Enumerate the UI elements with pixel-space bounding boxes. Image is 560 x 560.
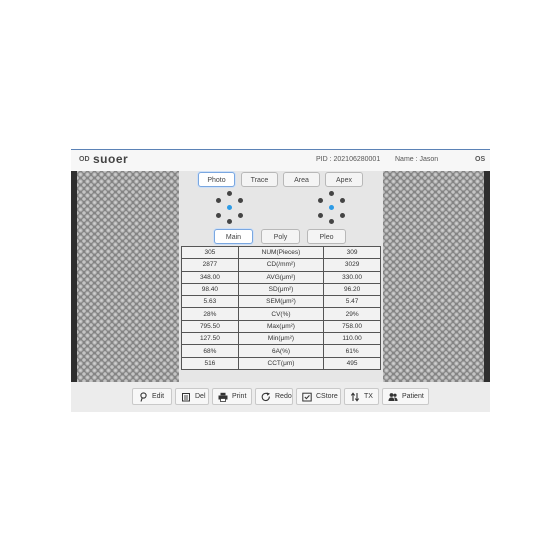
fixation-dot-bottom[interactable] (329, 219, 334, 224)
patient-label: Patient (402, 393, 424, 400)
metric-label: Min(μm²) (237, 332, 325, 346)
table-row: 98.40 SD(μm²) 96.20 (181, 282, 381, 297)
fixation-dot-bottom-left[interactable] (216, 213, 221, 218)
fixation-dot-top[interactable] (227, 191, 232, 196)
od-value: 305 (181, 245, 239, 260)
delete-button[interactable]: Del (175, 388, 209, 405)
tab-area[interactable]: Area (283, 172, 320, 187)
tab-photo[interactable]: Photo (198, 172, 235, 187)
os-value: 330.00 (323, 270, 381, 284)
transmit-button[interactable]: TX (344, 388, 379, 405)
od-endothelium-image[interactable] (71, 171, 179, 382)
edit-label: Edit (152, 393, 165, 400)
center-panel: Photo Trace Area Apex Main Poly Pleo 305… (179, 171, 383, 382)
metric-label: CCT(μm) (237, 356, 325, 370)
table-row: 5.63 SEM(μm²) 5.47 (181, 295, 381, 309)
title-bar: OD suoer PID : 202106280001 Name : Jason… (71, 149, 490, 171)
tab-pleo[interactable]: Pleo (307, 229, 346, 244)
fixation-dot-top-right[interactable] (340, 198, 345, 203)
printer-icon (218, 392, 228, 402)
fixation-dot-top-left[interactable] (216, 198, 221, 203)
metric-label: CD(/mm²) (237, 258, 325, 272)
os-value: 5.47 (323, 295, 381, 309)
metric-label: AVG(μm²) (237, 270, 325, 284)
endothelial-cells-pattern (77, 171, 179, 382)
bottom-toolbar: Edit Del Print Redo CStore TX Patient (71, 382, 490, 412)
edit-button[interactable]: Edit (132, 388, 172, 405)
table-row: 305 NUM(Pieces) 309 (181, 245, 381, 260)
fixation-dot-center[interactable] (329, 205, 334, 210)
patient-id: PID : 202106280001 (316, 156, 381, 163)
table-row: 28% CV(%) 29% (181, 307, 381, 321)
metric-label: Max(μm²) (237, 319, 325, 334)
fixation-dot-top[interactable] (329, 191, 334, 196)
table-row: 795.50 Max(μm²) 758.00 (181, 319, 381, 334)
metric-label: SD(μm²) (237, 282, 325, 297)
tab-trace[interactable]: Trace (241, 172, 278, 187)
tab-main[interactable]: Main (214, 229, 253, 244)
os-value: 495 (323, 356, 381, 370)
patient-button[interactable]: Patient (382, 388, 429, 405)
fixation-dot-center[interactable] (227, 205, 232, 210)
os-value: 309 (323, 245, 381, 260)
od-value: 516 (181, 356, 239, 370)
cell-analysis-table: 305 NUM(Pieces) 309 2877 CD(/mm²) 3029 3… (181, 245, 381, 370)
print-label: Print (232, 393, 247, 400)
suoer-logo: suoer (93, 152, 129, 166)
redo-button[interactable]: Redo (255, 388, 293, 405)
table-row: 68% 6A(%) 61% (181, 344, 381, 358)
od-value: 68% (181, 344, 239, 358)
os-value: 61% (323, 344, 381, 358)
cstore-label: CStore (316, 393, 338, 400)
tab-poly[interactable]: Poly (261, 229, 300, 244)
table-row: 2877 CD(/mm²) 3029 (181, 258, 381, 272)
os-value: 96.20 (323, 282, 381, 297)
od-fixation-selector[interactable] (212, 190, 248, 226)
fixation-dot-top-right[interactable] (238, 198, 243, 203)
os-value: 3029 (323, 258, 381, 272)
tab-apex[interactable]: Apex (325, 172, 363, 187)
fixation-dot-top-left[interactable] (318, 198, 323, 203)
redo-icon (261, 392, 270, 402)
od-value: 795.50 (181, 319, 239, 334)
cstore-button[interactable]: CStore (296, 388, 341, 405)
table-row: 348.00 AVG(μm²) 330.00 (181, 270, 381, 284)
od-value: 98.40 (181, 282, 239, 297)
trash-icon (182, 393, 190, 402)
delete-label: Del (195, 393, 206, 400)
print-button[interactable]: Print (212, 388, 252, 405)
table-row: 127.50 Min(μm²) 110.00 (181, 332, 381, 346)
fixation-dot-bottom-left[interactable] (318, 213, 323, 218)
os-value: 758.00 (323, 319, 381, 334)
od-value: 28% (181, 307, 239, 321)
redo-label: Redo (275, 393, 292, 400)
metric-label: CV(%) (237, 307, 325, 321)
od-value: 2877 (181, 258, 239, 272)
od-label: OD (79, 156, 90, 163)
metric-label: NUM(Pieces) (237, 245, 325, 260)
metric-label: SEM(μm²) (237, 295, 325, 309)
transmit-label: TX (364, 393, 373, 400)
fixation-dot-bottom-right[interactable] (340, 213, 345, 218)
save-check-icon (302, 392, 312, 402)
transfer-icon (350, 392, 360, 402)
image-border-strip (484, 171, 490, 382)
os-endothelium-image[interactable] (383, 171, 490, 382)
patient-name: Name : Jason (395, 156, 439, 163)
specular-microscope-app: OD suoer PID : 202106280001 Name : Jason… (71, 149, 490, 412)
od-value: 348.00 (181, 270, 239, 284)
users-icon (388, 393, 398, 401)
fixation-dot-bottom[interactable] (227, 219, 232, 224)
od-value: 127.50 (181, 332, 239, 346)
os-value: 29% (323, 307, 381, 321)
os-fixation-selector[interactable] (314, 190, 350, 226)
endothelial-cells-pattern (383, 171, 484, 382)
metric-label: 6A(%) (237, 344, 325, 358)
od-value: 5.63 (181, 295, 239, 309)
pin-icon (140, 392, 147, 402)
fixation-dot-bottom-right[interactable] (238, 213, 243, 218)
os-value: 110.00 (323, 332, 381, 346)
table-row: 516 CCT(μm) 495 (181, 356, 381, 370)
os-label: OS (475, 156, 486, 163)
